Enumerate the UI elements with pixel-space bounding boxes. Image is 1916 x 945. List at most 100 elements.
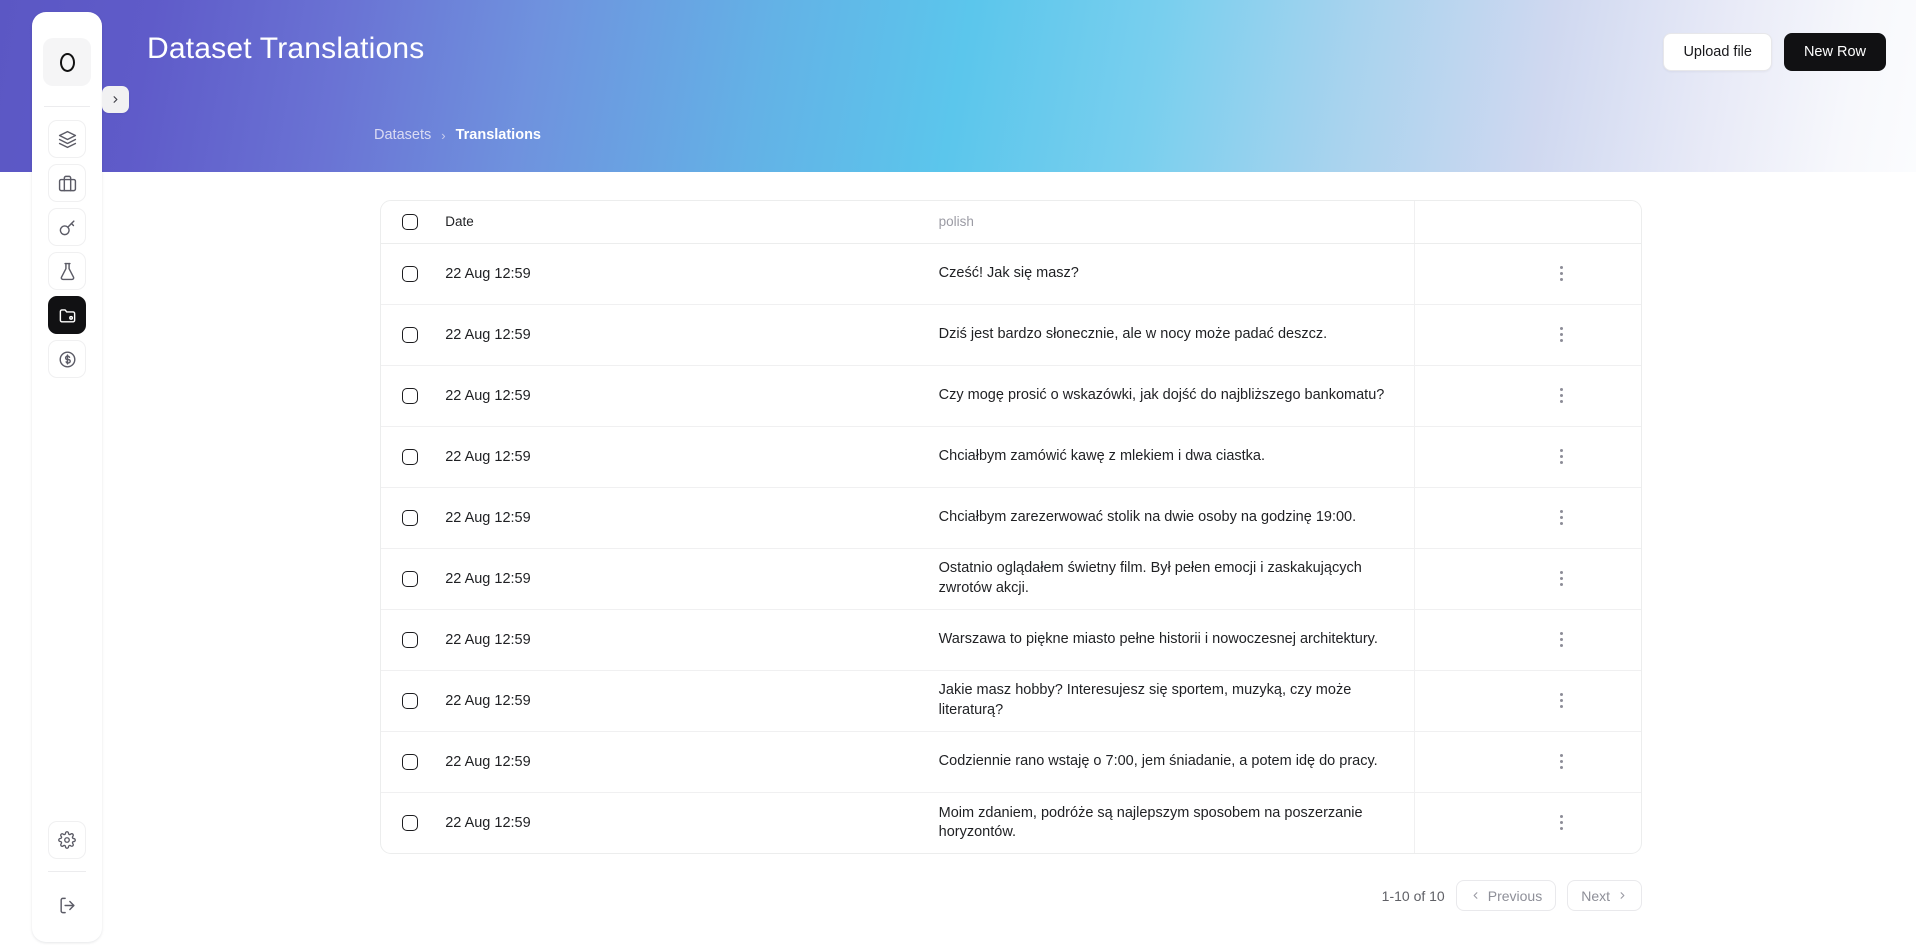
table-head: Date polish: [381, 201, 1641, 244]
row-date-cell: 22 Aug 12:59: [445, 670, 938, 732]
row-date-cell: 22 Aug 12:59: [445, 304, 938, 366]
row-actions-cell: [1413, 243, 1641, 305]
sidebar-item-datasets[interactable]: [48, 296, 86, 334]
row-menu-button[interactable]: [1551, 690, 1573, 712]
row-menu-button[interactable]: [1551, 385, 1573, 407]
header-actions: Upload file New Row: [1663, 33, 1886, 71]
row-checkbox[interactable]: [402, 265, 418, 282]
row-select-cell: [381, 731, 446, 793]
row-actions-cell: [1413, 731, 1641, 793]
row-checkbox[interactable]: [402, 387, 418, 404]
row-select-cell: [381, 548, 446, 610]
app-logo[interactable]: [43, 38, 91, 86]
row-menu-button[interactable]: [1551, 324, 1573, 346]
kebab-dot: [1560, 522, 1564, 525]
row-checkbox[interactable]: [402, 509, 418, 526]
key-icon: [59, 219, 75, 235]
upload-file-button[interactable]: Upload file: [1663, 33, 1772, 71]
row-date-cell: 22 Aug 12:59: [445, 548, 938, 610]
briefcase-icon: [58, 175, 76, 191]
sidebar-item-api-keys[interactable]: [48, 208, 86, 246]
table-row: 22 Aug 12:59 Chciałbym zarezerwować stoli…: [381, 487, 1641, 549]
row-checkbox[interactable]: [402, 814, 418, 831]
row-polish-cell: Chciałbym zarezerwować stolik na dwie os…: [937, 487, 1415, 549]
previous-page-label: Previous: [1487, 887, 1543, 904]
sidebar-item-layers[interactable]: [48, 120, 86, 158]
next-page-button[interactable]: Next: [1567, 880, 1642, 911]
kebab-dot: [1560, 632, 1564, 635]
breadcrumb: Datasets › Translations: [374, 127, 541, 143]
sidebar-bottom: [48, 821, 86, 924]
page-banner: Dataset Translations Upload file New Row…: [0, 0, 1916, 172]
row-actions-cell: [1413, 792, 1641, 853]
kebab-dot: [1560, 388, 1564, 391]
row-checkbox[interactable]: [402, 692, 418, 709]
kebab-dot: [1560, 394, 1564, 397]
sidebar-item-billing[interactable]: [48, 340, 86, 378]
chevron-right-icon: ›: [441, 127, 446, 143]
sidebar-item-settings[interactable]: [48, 821, 86, 859]
breadcrumb-datasets[interactable]: Datasets: [374, 127, 431, 143]
row-date-cell: 22 Aug 12:59: [445, 365, 938, 427]
row-checkbox[interactable]: [402, 753, 418, 770]
sidebar-divider-top: [44, 106, 90, 107]
row-actions-cell: [1413, 304, 1641, 366]
row-polish-cell: Chciałbym zamówić kawę z mlekiem i dwa c…: [937, 426, 1415, 488]
kebab-dot: [1560, 638, 1564, 641]
kebab-dot: [1560, 644, 1564, 647]
kebab-dot: [1560, 571, 1564, 574]
row-menu-button[interactable]: [1551, 568, 1573, 590]
previous-page-button[interactable]: Previous: [1455, 880, 1557, 911]
select-all-checkbox[interactable]: [402, 213, 418, 230]
pagination-count: 1-10 of 10: [1381, 887, 1445, 904]
table-row: 22 Aug 12:59 Dziś jest bardzo słonecznie,…: [381, 304, 1641, 366]
translations-table: Date polish 22 Aug 12:59 Cześć! Jak się m…: [381, 201, 1641, 853]
sidebar-item-experiments[interactable]: [48, 252, 86, 290]
row-polish-cell: Cześć! Jak się masz?: [937, 243, 1415, 305]
translations-table-container: Date polish 22 Aug 12:59 Cześć! Jak się m…: [380, 200, 1642, 854]
kebab-dot: [1560, 699, 1564, 702]
new-row-button[interactable]: New Row: [1783, 33, 1886, 71]
row-actions-cell: [1413, 487, 1641, 549]
kebab-dot: [1560, 400, 1564, 403]
row-menu-button[interactable]: [1551, 263, 1573, 285]
table-row: 22 Aug 12:59 Warszawa to piękne miasto pe…: [381, 609, 1641, 671]
column-header-polish[interactable]: polish: [937, 201, 1415, 244]
flask-icon: [60, 262, 74, 280]
row-polish-cell: Jakie masz hobby? Interesujesz się sport…: [937, 670, 1415, 732]
row-select-cell: [381, 365, 446, 427]
row-checkbox[interactable]: [402, 448, 418, 465]
column-header-date[interactable]: Date: [445, 201, 938, 244]
column-header-actions: [1413, 201, 1641, 244]
row-checkbox[interactable]: [402, 326, 418, 343]
page-title: Dataset Translations: [147, 32, 425, 65]
sidebar-expand-button[interactable]: [102, 86, 129, 113]
kebab-dot: [1560, 760, 1564, 763]
sidebar-nav: [48, 120, 86, 384]
row-menu-button[interactable]: [1551, 751, 1573, 773]
app-root: Dataset Translations Upload file New Row…: [0, 0, 1916, 945]
kebab-dot: [1560, 327, 1564, 330]
row-checkbox[interactable]: [402, 570, 418, 587]
kebab-dot: [1560, 272, 1564, 275]
kebab-dot: [1560, 827, 1564, 831]
row-select-cell: [381, 487, 446, 549]
sidebar: [32, 12, 129, 942]
row-menu-button[interactable]: [1551, 446, 1573, 468]
row-select-cell: [381, 792, 445, 853]
row-date-cell: 22 Aug 12:59: [445, 731, 938, 793]
row-menu-button[interactable]: [1551, 812, 1573, 834]
kebab-dot: [1560, 455, 1564, 458]
row-checkbox[interactable]: [402, 631, 418, 648]
row-menu-button[interactable]: [1551, 507, 1573, 529]
row-menu-button[interactable]: [1551, 629, 1573, 651]
table-row: 22 Aug 12:59 Codziennie rano wstaję o 7:0…: [381, 731, 1641, 793]
row-actions-cell: [1413, 426, 1641, 488]
folder-icon: [59, 308, 75, 323]
logo-o-icon: [59, 52, 75, 72]
kebab-dot: [1560, 510, 1564, 513]
table-row: 22 Aug 12:59 Chciałbym zamówić kawę z mle…: [381, 426, 1641, 488]
sidebar-item-projects[interactable]: [48, 164, 86, 202]
sidebar-item-logout[interactable]: [48, 886, 86, 924]
kebab-dot: [1560, 577, 1564, 580]
